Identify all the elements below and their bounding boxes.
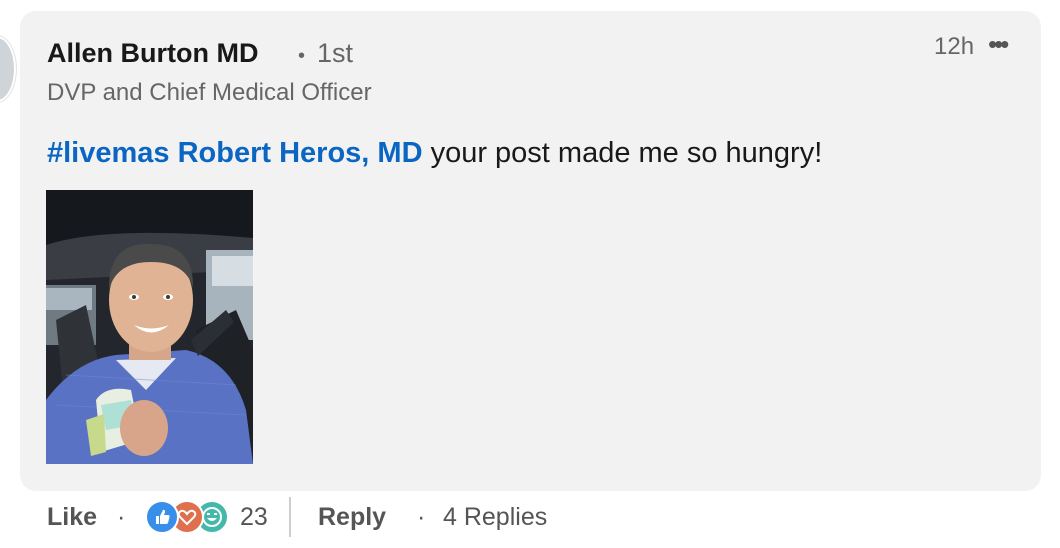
separator-dot: · (117, 503, 126, 531)
comment-bubble: Allen Burton MD • 1st DVP and Chief Medi… (20, 11, 1041, 491)
comment-body: your post made me so hungry! (422, 137, 823, 169)
reaction-count[interactable]: 23 (240, 503, 268, 532)
separator-dot: • (298, 45, 306, 67)
like-icon (145, 500, 179, 534)
mention-link[interactable]: #livemas Robert Heros, MD (47, 137, 423, 169)
avatar[interactable] (0, 36, 16, 102)
divider (289, 497, 291, 537)
comment-text: #livemas Robert Heros, MD your post made… (47, 137, 822, 170)
reactions[interactable] (145, 500, 231, 534)
like-button[interactable]: Like (47, 503, 97, 532)
author-headline: DVP and Chief Medical Officer (47, 79, 372, 106)
comment-image[interactable] (46, 190, 253, 464)
comment-actions: Like · 23 Reply · 4 Replies (0, 497, 1060, 541)
replies-link[interactable]: 4 Replies (443, 503, 547, 532)
reply-button[interactable]: Reply (318, 503, 386, 532)
connection-degree: 1st (317, 38, 354, 68)
author-name[interactable]: Allen Burton MD (47, 38, 258, 69)
separator-dot: · (417, 503, 426, 531)
timestamp: 12h (934, 33, 975, 60)
more-options-icon[interactable]: ••• (988, 29, 1009, 60)
